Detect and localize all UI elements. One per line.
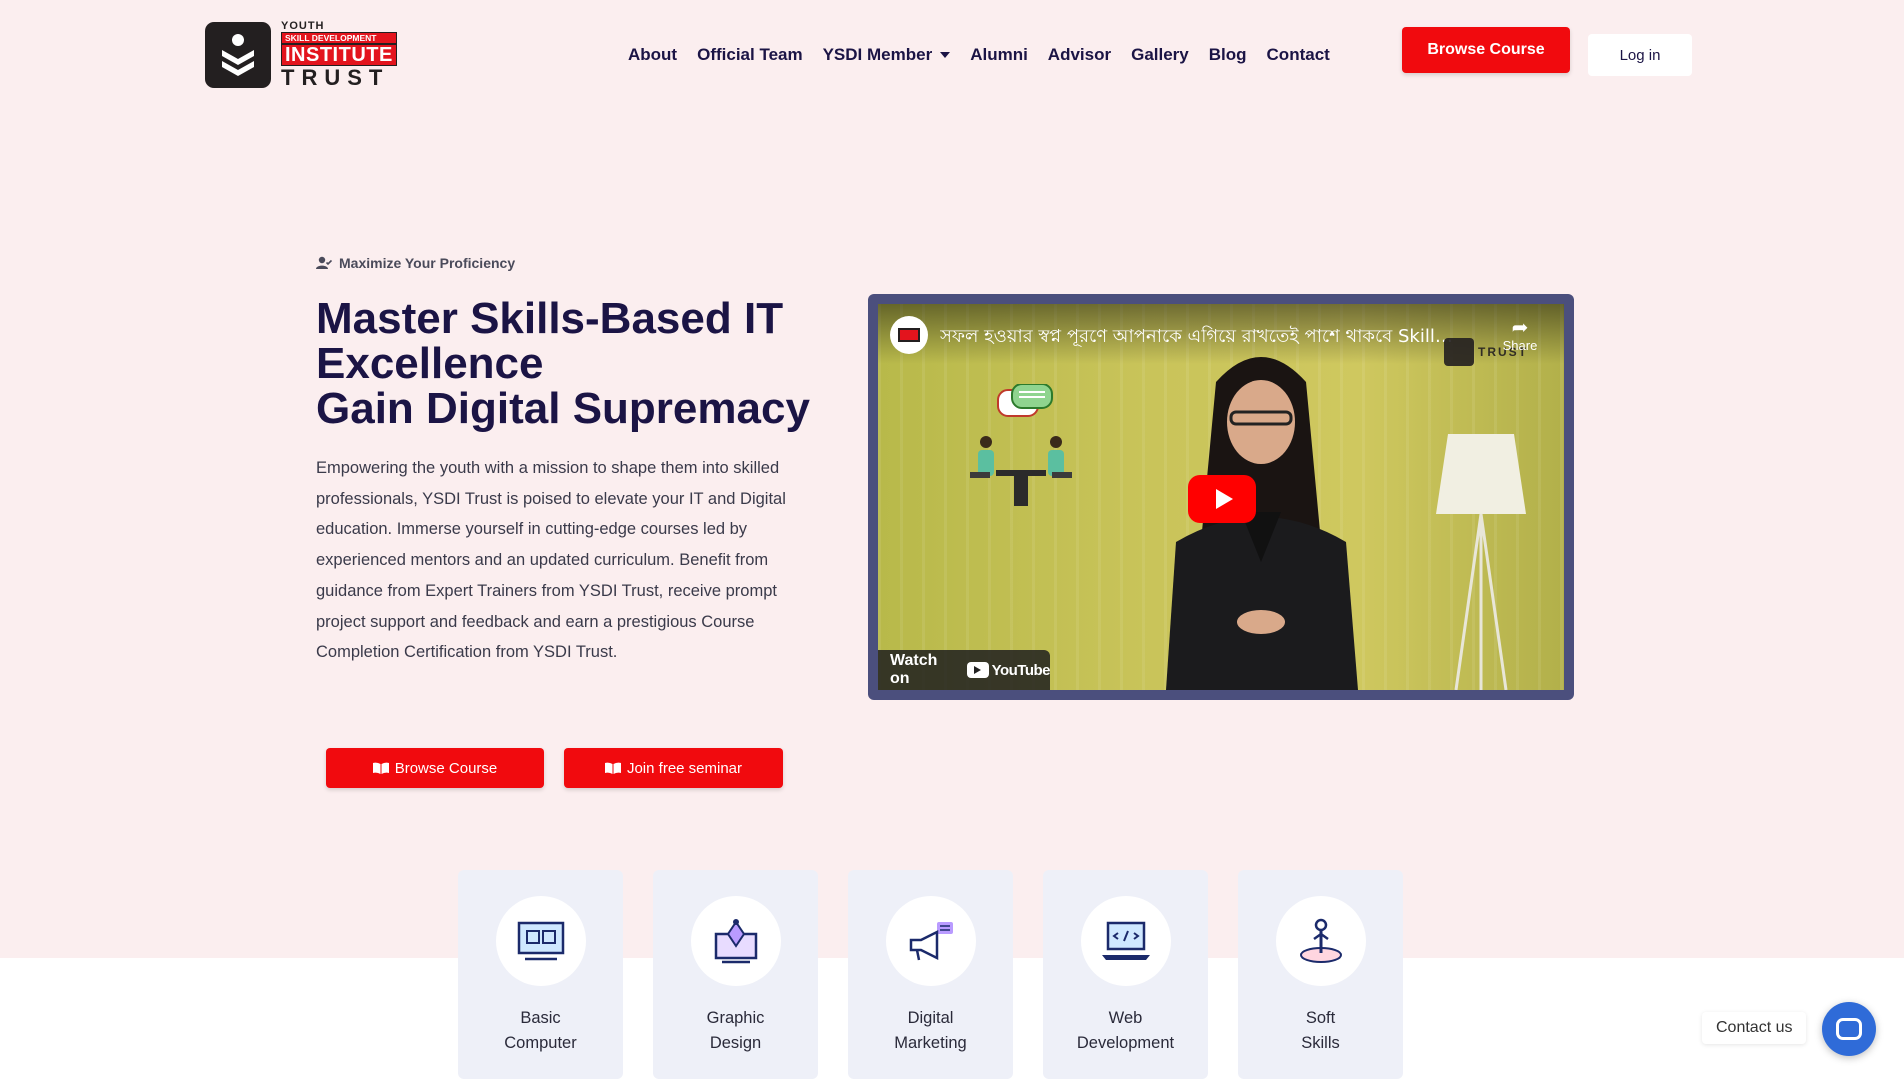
nav-blog[interactable]: Blog	[1209, 45, 1247, 65]
course-label-line2: Design	[709, 1034, 762, 1052]
user-check-icon	[316, 256, 332, 269]
youtube-video-embed[interactable]: সফল হওয়ার স্বপ্ন পূরণে আপনাকে এগিয়ে রা…	[878, 304, 1564, 690]
headline-line-1: Master Skills-Based IT	[316, 294, 784, 343]
book-open-icon	[372, 762, 389, 774]
watch-on-label: Watch on	[890, 652, 938, 687]
contact-us-label[interactable]: Contact us	[1702, 1012, 1807, 1044]
presenter-figure	[1166, 357, 1358, 690]
video-frame: সফল হওয়ার স্বপ্ন পূরণে আপনাকে এগিয়ে রা…	[868, 294, 1574, 700]
pen-tool-icon	[714, 919, 757, 964]
chat-icon	[1836, 1018, 1862, 1040]
youtube-wordmark: YouTube	[991, 661, 1051, 679]
course-card-graphic-design[interactable]: Graphic Design	[653, 870, 818, 1079]
logo-skill-text: SKILL DEVELOPMENT	[281, 31, 397, 45]
play-button[interactable]	[1188, 475, 1256, 523]
headline-line-3: Gain Digital Supremacy	[316, 384, 810, 433]
course-card-web-development[interactable]: Web Development	[1043, 870, 1208, 1079]
logo-institute-text: INSTITUTE	[281, 44, 397, 67]
course-label-line2: Skills	[1301, 1034, 1340, 1052]
course-card-digital-marketing[interactable]: Digital Marketing	[848, 870, 1013, 1079]
logo-youth-text: YOUTH	[281, 19, 325, 32]
hero-description: Empowering the youth with a mission to s…	[316, 459, 786, 662]
course-card-basic-computer[interactable]: Basic Computer	[458, 870, 623, 1079]
book-open-icon	[604, 762, 621, 774]
logo-mark-icon	[205, 22, 271, 88]
nav-ysdi-member[interactable]: YSDI Member	[823, 45, 951, 65]
join-seminar-label: Join free seminar	[626, 759, 743, 777]
site-logo[interactable]: YOUTH SKILL DEVELOPMENT INSTITUTE TRUST	[205, 19, 403, 91]
join-seminar-button[interactable]: Join free seminar	[564, 748, 783, 788]
watch-on-youtube-button[interactable]: Watch on YouTube	[878, 650, 1051, 690]
laptop-code-icon	[1101, 921, 1150, 960]
nav-ysdi-member-label: YSDI Member	[822, 45, 933, 64]
course-label-line1: Web	[1108, 1009, 1143, 1027]
nav-alumni[interactable]: Alumni	[970, 45, 1028, 65]
course-label-line2: Marketing	[894, 1034, 967, 1052]
play-icon	[1215, 489, 1233, 509]
nav-gallery[interactable]: Gallery	[1131, 45, 1189, 65]
hero-browse-course-label: Browse Course	[394, 759, 498, 777]
headline-line-2: Excellence	[316, 339, 544, 388]
meeting-illustration	[970, 384, 1072, 506]
logo-trust-text: TRUST	[281, 65, 390, 91]
hero-browse-course-button[interactable]: Browse Course	[326, 748, 544, 788]
video-share-label: Share	[1502, 338, 1538, 353]
computer-icon	[517, 921, 564, 961]
chevron-down-icon	[940, 52, 951, 58]
course-card-soft-skills[interactable]: Soft Skills	[1238, 870, 1403, 1079]
video-title[interactable]: সফল হওয়ার স্বপ্ন পূরণে আপনাকে এগিয়ে রা…	[940, 322, 1460, 353]
hero-eyebrow-text: Maximize Your Proficiency	[339, 255, 516, 271]
hero-eyebrow: Maximize Your Proficiency	[316, 255, 515, 271]
share-icon: ➦	[1511, 317, 1529, 339]
nav-official-team[interactable]: Official Team	[697, 45, 803, 65]
lamp-illustration	[1436, 434, 1526, 690]
person-pin-icon	[1299, 918, 1342, 963]
chat-widget-button[interactable]	[1822, 1002, 1876, 1056]
hero-headline: Master Skills-Based IT Excellence Gain D…	[316, 296, 836, 431]
course-label-line1: Basic	[520, 1009, 561, 1027]
youtube-icon	[966, 662, 989, 678]
course-label-line2: Computer	[504, 1034, 577, 1052]
nav-contact[interactable]: Contact	[1267, 45, 1330, 65]
nav-advisor[interactable]: Advisor	[1048, 45, 1111, 65]
course-label-line2: Development	[1076, 1034, 1175, 1052]
main-nav: About Official Team YSDI Member Alumni A…	[628, 43, 1350, 67]
course-label-line1: Graphic	[706, 1009, 765, 1027]
login-button[interactable]: Log in	[1588, 34, 1692, 76]
megaphone-icon	[909, 922, 953, 961]
header-browse-course-button[interactable]: Browse Course	[1402, 27, 1570, 73]
nav-about[interactable]: About	[628, 45, 677, 65]
channel-avatar[interactable]	[890, 316, 928, 354]
video-share-button[interactable]: ➦ Share	[1498, 318, 1542, 353]
course-label-line1: Soft	[1305, 1009, 1336, 1027]
youtube-logo: YouTube	[966, 661, 1051, 679]
course-label-line1: Digital	[907, 1009, 954, 1027]
